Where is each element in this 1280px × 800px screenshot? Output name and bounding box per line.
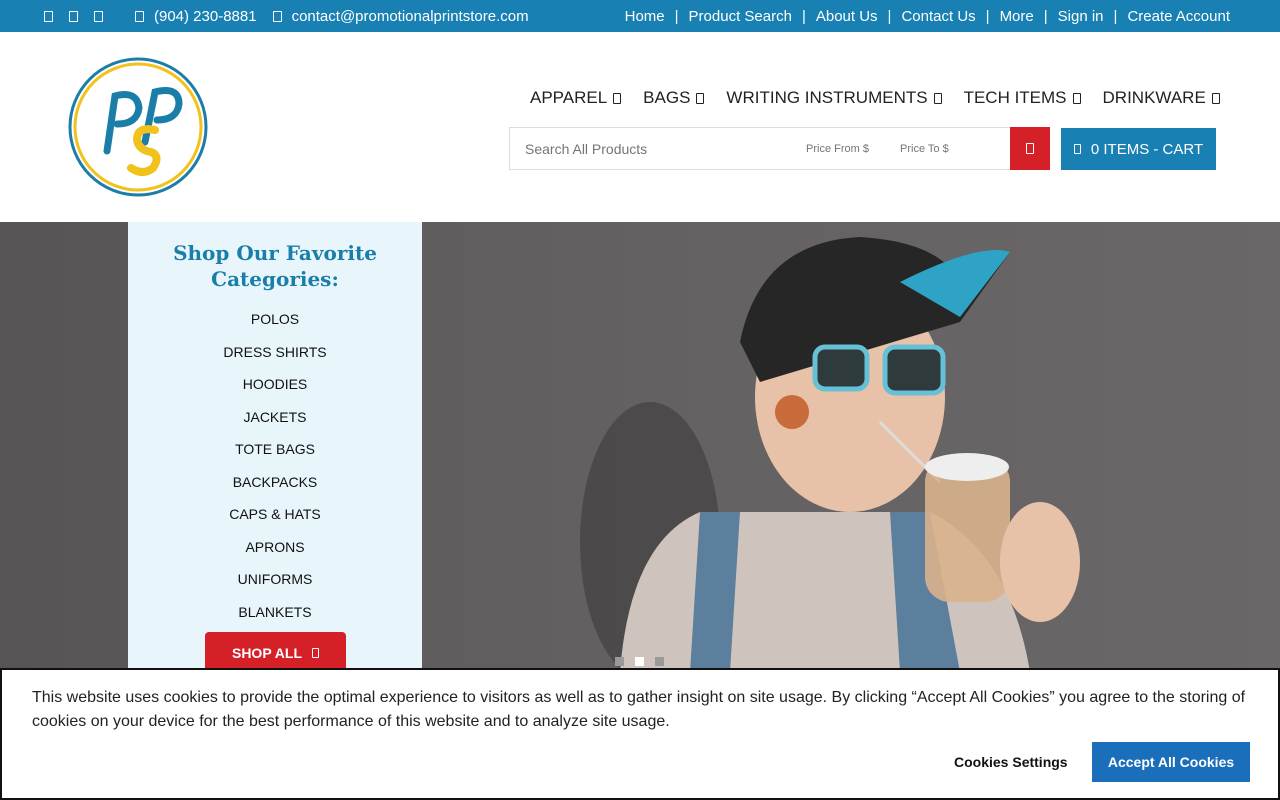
envelope-icon: [272, 10, 282, 22]
category-link-hoodies[interactable]: HOODIES: [128, 374, 422, 407]
search-button[interactable]: [1010, 127, 1050, 170]
link-create-account[interactable]: Create Account: [1127, 8, 1230, 25]
email-link[interactable]: contact@promotionalprintstore.com: [292, 8, 529, 25]
chevron-down-icon: [933, 92, 942, 104]
category-link-blankets[interactable]: BLANKETS: [128, 602, 422, 635]
category-link-dress-shirts[interactable]: DRESS SHIRTS: [128, 342, 422, 375]
site-logo[interactable]: [67, 56, 209, 198]
separator: |: [887, 7, 892, 25]
top-bar: (904) 230-8881 contact@promotionalprints…: [0, 0, 1280, 32]
slider-dot[interactable]: [655, 657, 664, 666]
top-bar-links: Home | Product Search | About Us | Conta…: [625, 0, 1230, 32]
price-from-input[interactable]: [806, 128, 891, 169]
slider-dots: [615, 657, 675, 666]
facebook-icon[interactable]: [44, 10, 53, 22]
category-list: POLOS DRESS SHIRTS HOODIES JACKETS TOTE …: [128, 309, 422, 634]
link-contact-us[interactable]: Contact Us: [901, 8, 975, 25]
category-link-aprons[interactable]: APRONS: [128, 537, 422, 570]
cart-label: 0 ITEMS - CART: [1090, 140, 1204, 158]
nav-item-label: APPAREL: [530, 88, 608, 107]
link-more[interactable]: More: [1000, 8, 1034, 25]
category-link-polos[interactable]: POLOS: [128, 309, 422, 342]
separator: |: [801, 7, 806, 25]
phone-icon: [135, 10, 144, 22]
nav-item-writing-instruments[interactable]: WRITING INSTRUMENTS: [726, 88, 942, 108]
phone-link[interactable]: (904) 230-8881: [154, 8, 257, 25]
category-panel-title: Shop Our Favorite Categories:: [173, 241, 377, 291]
chevron-down-icon: [613, 92, 622, 104]
accept-all-cookies-button[interactable]: Accept All Cookies: [1092, 742, 1250, 782]
search-input[interactable]: [525, 128, 795, 169]
category-panel: Shop Our Favorite Categories: POLOS DRES…: [128, 222, 422, 674]
separator: |: [985, 7, 990, 25]
search-bar: [509, 127, 1050, 170]
link-product-search[interactable]: Product Search: [689, 8, 792, 25]
chevron-down-icon: [696, 92, 705, 104]
nav-item-drinkware[interactable]: DRINKWARE: [1103, 88, 1220, 108]
main-nav: APPAREL BAGS WRITING INSTRUMENTS TECH IT…: [530, 88, 1242, 108]
link-sign-in[interactable]: Sign in: [1058, 8, 1104, 25]
separator: |: [1113, 7, 1118, 25]
arrow-right-icon: [312, 648, 319, 658]
separator: |: [1043, 7, 1048, 25]
cookie-banner: This website uses cookies to provide the…: [0, 668, 1280, 800]
chevron-down-icon: [1072, 92, 1081, 104]
shop-all-label: SHOP ALL: [231, 645, 302, 661]
slider-dot[interactable]: [615, 657, 624, 666]
category-link-uniforms[interactable]: UNIFORMS: [128, 569, 422, 602]
site-header: APPAREL BAGS WRITING INSTRUMENTS TECH IT…: [0, 32, 1280, 222]
slider-dot-active[interactable]: [635, 657, 644, 666]
nav-item-label: DRINKWARE: [1102, 88, 1206, 107]
nav-item-label: WRITING INSTRUMENTS: [726, 88, 928, 107]
cookie-message: This website uses cookies to provide the…: [32, 689, 1246, 730]
top-bar-contact: (904) 230-8881 contact@promotionalprints…: [44, 0, 529, 32]
search-icon: [1026, 143, 1034, 154]
cart-icon: [1073, 144, 1081, 154]
nav-item-label: BAGS: [643, 88, 691, 107]
cart-button[interactable]: 0 ITEMS - CART: [1061, 128, 1216, 170]
nav-item-apparel[interactable]: APPAREL: [530, 88, 622, 108]
nav-item-bags[interactable]: BAGS: [643, 88, 705, 108]
instagram-icon[interactable]: [94, 10, 103, 22]
separator: |: [674, 7, 679, 25]
nav-item-tech-items[interactable]: TECH ITEMS: [964, 88, 1081, 108]
twitter-icon[interactable]: [69, 10, 78, 22]
cookies-settings-button[interactable]: Cookies Settings: [954, 754, 1068, 770]
category-link-jackets[interactable]: JACKETS: [128, 407, 422, 440]
nav-item-label: TECH ITEMS: [963, 88, 1067, 107]
category-link-tote-bags[interactable]: TOTE BAGS: [128, 439, 422, 472]
chevron-down-icon: [1211, 92, 1220, 104]
category-link-caps-hats[interactable]: CAPS & HATS: [128, 504, 422, 537]
category-link-backpacks[interactable]: BACKPACKS: [128, 472, 422, 505]
link-about-us[interactable]: About Us: [816, 8, 878, 25]
link-home[interactable]: Home: [625, 8, 665, 25]
price-to-input[interactable]: [900, 128, 985, 169]
